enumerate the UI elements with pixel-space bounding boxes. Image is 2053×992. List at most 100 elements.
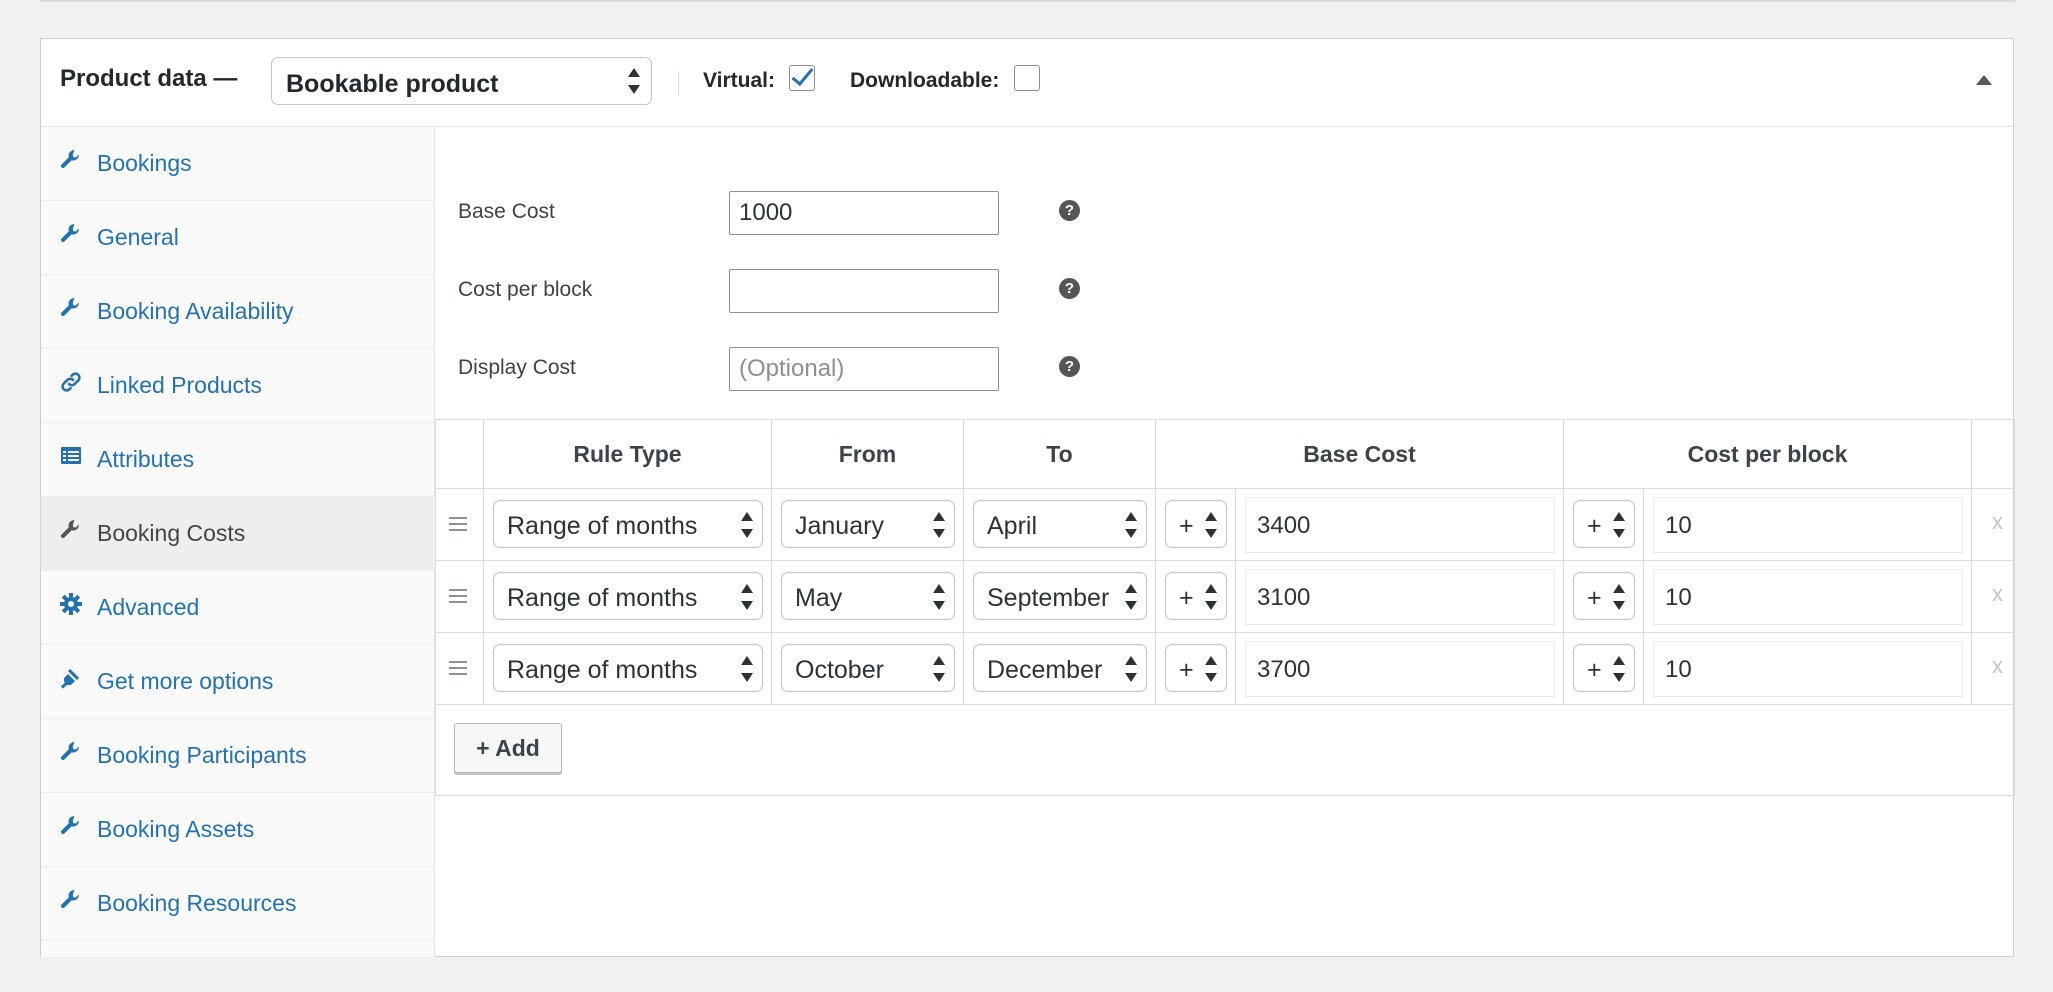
cell-divider bbox=[1971, 561, 1972, 632]
select-arrows-icon bbox=[1613, 512, 1625, 538]
block-cost-rule-input[interactable]: 10 bbox=[1653, 569, 1963, 625]
to-select[interactable]: September bbox=[973, 572, 1147, 620]
tab-label: Booking Costs bbox=[97, 520, 246, 546]
cost-per-block-input[interactable] bbox=[729, 269, 999, 313]
tab-attributes[interactable]: Attributes bbox=[41, 423, 435, 497]
wrench-icon bbox=[60, 890, 79, 909]
cell-divider bbox=[1971, 633, 1972, 704]
tab-booking-participants[interactable]: Booking Participants bbox=[41, 719, 435, 793]
header-drag-column bbox=[436, 420, 484, 488]
select-arrows-icon bbox=[741, 512, 753, 538]
base-cost-rule-input[interactable]: 3400 bbox=[1245, 497, 1555, 553]
cell-divider bbox=[483, 489, 484, 560]
from-select[interactable]: October bbox=[781, 644, 955, 692]
product-data-panel: Product data — Bookable product Virtual:… bbox=[40, 38, 2015, 957]
rule-type-value: Range of months bbox=[507, 512, 698, 540]
rule-type-select[interactable]: Range of months bbox=[493, 644, 763, 692]
base-cost-rule-input[interactable]: 3700 bbox=[1245, 641, 1555, 697]
select-arrows-icon bbox=[628, 68, 640, 94]
from-select[interactable]: May bbox=[781, 572, 955, 620]
header-base-cost: Base Cost bbox=[1156, 420, 1564, 488]
rule-type-select[interactable]: Range of months bbox=[493, 500, 763, 548]
cell-divider bbox=[963, 489, 964, 560]
virtual-checkbox[interactable] bbox=[789, 62, 815, 91]
operator-value: + bbox=[1179, 584, 1194, 612]
drag-handle-icon[interactable] bbox=[449, 589, 467, 603]
cell-divider bbox=[963, 633, 964, 704]
delete-row-icon[interactable]: x bbox=[1992, 653, 2003, 679]
block-cost-rule-input[interactable]: 10 bbox=[1653, 497, 1963, 553]
cell-divider bbox=[771, 633, 772, 704]
panel-header: Product data — Bookable product Virtual:… bbox=[41, 39, 2013, 127]
to-value: December bbox=[987, 656, 1103, 684]
downloadable-label: Downloadable: bbox=[850, 69, 1000, 92]
from-value: May bbox=[795, 584, 843, 612]
help-icon: ? bbox=[1059, 278, 1080, 299]
table-row: Range of months May September + 3100 + 1… bbox=[436, 561, 2014, 633]
rule-type-select[interactable]: Range of months bbox=[493, 572, 763, 620]
downloadable-checkbox[interactable] bbox=[1014, 65, 1040, 91]
cost-per-block-label: Cost per block bbox=[458, 278, 593, 301]
tab-linked-products[interactable]: Linked Products bbox=[41, 349, 435, 423]
drag-handle-icon[interactable] bbox=[449, 517, 467, 531]
tab-label: Booking Availability bbox=[97, 298, 294, 324]
cell-divider bbox=[1155, 633, 1156, 704]
block-cost-rule-input[interactable]: 10 bbox=[1653, 641, 1963, 697]
header-rule-type: Rule Type bbox=[484, 420, 772, 488]
tab-label: Linked Products bbox=[97, 372, 262, 398]
table-row: Range of months October December + 3700 … bbox=[436, 633, 2014, 705]
select-arrows-icon bbox=[1125, 656, 1137, 682]
drag-handle-icon[interactable] bbox=[449, 661, 467, 675]
product-type-select[interactable]: Bookable product bbox=[271, 57, 652, 105]
operator-value: + bbox=[1587, 512, 1602, 540]
wrench-icon bbox=[60, 520, 79, 539]
base-cost-input[interactable] bbox=[729, 191, 999, 235]
to-select[interactable]: April bbox=[973, 500, 1147, 548]
gear-icon bbox=[60, 593, 82, 615]
collapse-toggle-icon[interactable] bbox=[1976, 75, 1992, 85]
tab-label: Booking Resources bbox=[97, 890, 297, 916]
select-arrows-icon bbox=[1125, 584, 1137, 610]
header-cost-per-block: Cost per block bbox=[1564, 420, 1972, 488]
block-cost-operator-select[interactable]: + bbox=[1573, 572, 1635, 620]
cost-rules-table: Rule Type From To Base Cost Cost per blo… bbox=[435, 419, 2015, 796]
display-cost-input[interactable] bbox=[729, 347, 999, 391]
tab-get-more-options[interactable]: Get more options bbox=[41, 645, 435, 719]
operator-value: + bbox=[1587, 656, 1602, 684]
select-arrows-icon bbox=[741, 584, 753, 610]
cell-divider bbox=[483, 633, 484, 704]
tab-booking-availability[interactable]: Booking Availability bbox=[41, 275, 435, 349]
tab-advanced[interactable]: Advanced bbox=[41, 571, 435, 645]
add-rule-button[interactable]: + Add bbox=[454, 723, 562, 773]
tab-booking-assets[interactable]: Booking Assets bbox=[41, 793, 435, 867]
wrench-icon bbox=[60, 224, 79, 243]
wrench-icon bbox=[60, 298, 79, 317]
base-cost-operator-select[interactable]: + bbox=[1165, 500, 1227, 548]
product-type-value: Bookable product bbox=[286, 70, 499, 98]
base-cost-label: Base Cost bbox=[458, 200, 555, 223]
block-cost-operator-select[interactable]: + bbox=[1573, 644, 1635, 692]
select-arrows-icon bbox=[933, 584, 945, 610]
base-cost-rule-input[interactable]: 3100 bbox=[1245, 569, 1555, 625]
base-cost-operator-select[interactable]: + bbox=[1165, 644, 1227, 692]
wrench-icon bbox=[60, 742, 79, 761]
operator-value: + bbox=[1179, 512, 1194, 540]
tab-label: Booking Assets bbox=[97, 816, 255, 842]
cell-divider bbox=[1563, 561, 1564, 632]
delete-row-icon[interactable]: x bbox=[1992, 509, 2003, 535]
header-separator bbox=[678, 71, 679, 95]
to-select[interactable]: December bbox=[973, 644, 1147, 692]
tab-booking-costs[interactable]: Booking Costs bbox=[41, 497, 435, 571]
to-value: September bbox=[987, 584, 1110, 612]
cell-divider bbox=[963, 561, 964, 632]
tab-general[interactable]: General bbox=[41, 201, 435, 275]
from-select[interactable]: January bbox=[781, 500, 955, 548]
select-arrows-icon bbox=[1205, 512, 1217, 538]
tab-booking-resources[interactable]: Booking Resources bbox=[41, 867, 435, 941]
select-arrows-icon bbox=[933, 656, 945, 682]
delete-row-icon[interactable]: x bbox=[1992, 581, 2003, 607]
block-cost-operator-select[interactable]: + bbox=[1573, 500, 1635, 548]
header-from: From bbox=[772, 420, 964, 488]
base-cost-operator-select[interactable]: + bbox=[1165, 572, 1227, 620]
tab-bookings[interactable]: Bookings bbox=[41, 127, 435, 201]
